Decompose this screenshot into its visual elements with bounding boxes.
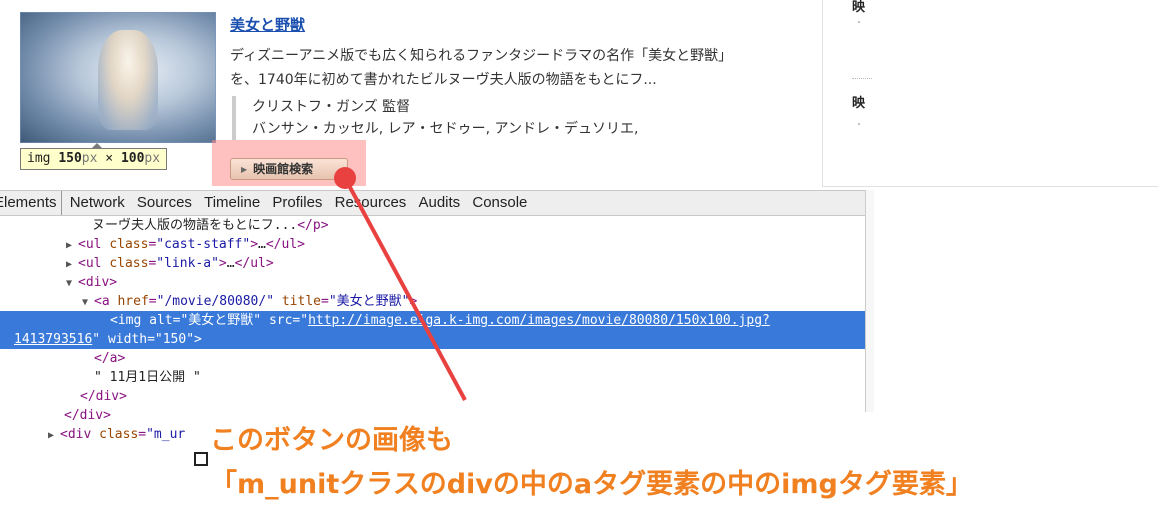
dom-node[interactable]: ▼ <div>	[0, 273, 865, 292]
sidebar-divider	[852, 78, 872, 79]
dom-node[interactable]: " 11月1日公開 "	[0, 368, 865, 387]
devtools-tab-bar: Elements Network Sources Timeline Profil…	[0, 190, 870, 216]
dom-node[interactable]: ヌーヴ夫人版の物語をもとにフ...</p>	[0, 216, 865, 235]
dom-node[interactable]: ▼ <a href="/movie/80080/" title="美女と野獣">	[0, 292, 865, 311]
collapsed-arrow-icon[interactable]: ▶	[66, 236, 78, 255]
devtools-side-panel	[865, 190, 874, 412]
movie-description: ディズニーアニメ版でも広く知られるファンタジードラマの名作「美女と野獣」 を、1…	[230, 44, 820, 92]
dom-node[interactable]: ▶ <ul class="cast-staff">…</ul>	[0, 235, 865, 254]
dom-tree: ヌーヴ夫人版の物語をもとにフ...</p> ▶ <ul class="cast-s…	[0, 216, 865, 444]
expanded-arrow-icon[interactable]: ▼	[66, 274, 78, 293]
dom-node[interactable]: </div>	[0, 387, 865, 406]
movie-title-link[interactable]: 美女と野獣	[230, 14, 305, 35]
tab-console[interactable]: Console	[468, 191, 531, 215]
collapsed-arrow-icon[interactable]: ▶	[48, 426, 60, 445]
thumbnail-figure	[98, 30, 158, 130]
tab-timeline[interactable]: Timeline	[200, 191, 264, 215]
tab-elements[interactable]: Elements	[0, 191, 62, 215]
play-triangle-icon: ▶	[241, 164, 248, 174]
director-text: クリストフ・ガンズ 監督	[252, 99, 411, 115]
sidebar-bullet: ・	[854, 120, 864, 131]
dom-node[interactable]: </a>	[0, 349, 865, 368]
web-page: img 150px × 100px 美女と野獣 ディズニーアニメ版でも広く知られ…	[0, 0, 1158, 190]
devtools-panel: Elements Network Sources Timeline Profil…	[0, 190, 870, 442]
small-square-marker	[194, 452, 208, 466]
movie-thumbnail[interactable]	[20, 12, 216, 143]
tab-profiles[interactable]: Profiles	[268, 191, 326, 215]
annotation-text-line1: このボタンの画像も	[210, 425, 453, 456]
image-size-tooltip: img 150px × 100px	[20, 143, 168, 170]
sidebar-heading: 映	[852, 0, 866, 15]
tab-sources[interactable]: Sources	[133, 191, 196, 215]
annotation-dot	[334, 167, 356, 189]
sidebar-heading: 映	[852, 96, 866, 111]
sidebar-bullet: ・	[854, 18, 864, 29]
dom-node[interactable]: ▶ <ul class="link-a">…</ul>	[0, 254, 865, 273]
cast-staff-list: クリストフ・ガンズ 監督 バンサン・カッセル, レア・セドゥー, アンドレ・デュ…	[232, 96, 638, 140]
dom-node-selected[interactable]: <img alt="美女と野獣" src="http://image.eiga.…	[0, 311, 865, 330]
collapsed-arrow-icon[interactable]: ▶	[66, 255, 78, 274]
sidebar-box	[822, 0, 1158, 187]
tab-audits[interactable]: Audits	[414, 191, 464, 215]
image-src-link-cont[interactable]: 1413793516	[14, 332, 92, 347]
description-line: ディズニーアニメ版でも広く知られるファンタジードラマの名作「美女と野獣」	[230, 48, 733, 64]
search-button-label: 映画館検索	[253, 162, 314, 176]
description-line: を、1740年に初めて書かれたビルヌーヴ夫人版の物語をもとにフ...	[230, 72, 657, 88]
cast-text: バンサン・カッセル, レア・セドゥー, アンドレ・デュソリエ,	[252, 121, 639, 137]
expanded-arrow-icon[interactable]: ▼	[82, 293, 94, 312]
tab-network[interactable]: Network	[66, 191, 129, 215]
annotation-text-line2: 「m_unitクラスのdivの中のaタグ要素の中のimgタグ要素」	[210, 469, 973, 500]
dom-node-selected-cont[interactable]: 1413793516" width="150">	[0, 330, 865, 349]
theater-search-button[interactable]: ▶ 映画館検索	[230, 158, 348, 180]
image-src-link[interactable]: http://image.eiga.k-img.com/images/movie…	[308, 313, 770, 328]
tab-resources[interactable]: Resources	[331, 191, 411, 215]
